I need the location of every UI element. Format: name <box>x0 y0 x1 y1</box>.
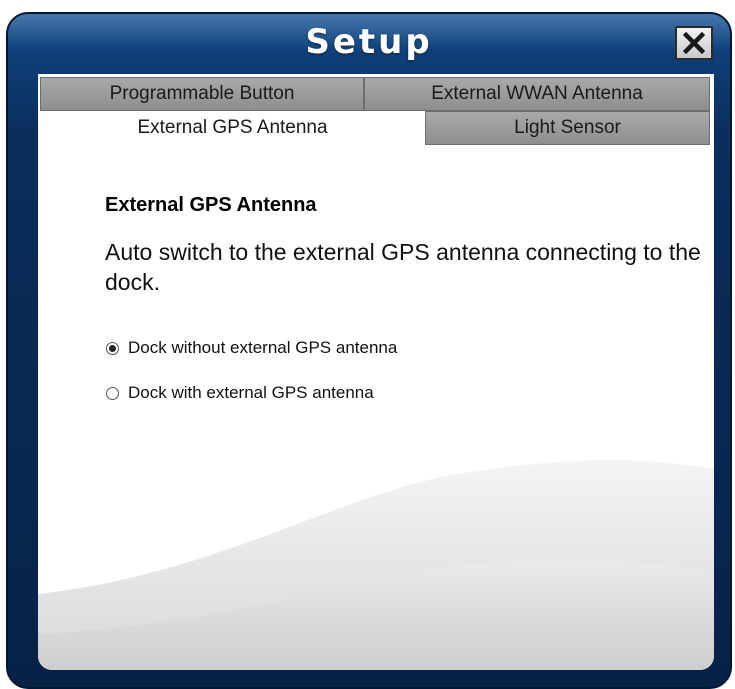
radio-button[interactable] <box>106 386 119 400</box>
tab-external-wwan-antenna[interactable]: External WWAN Antenna <box>364 77 710 111</box>
section-description: Auto switch to the external GPS antenna … <box>105 239 701 295</box>
option-label: Dock with external GPS antenna <box>128 383 374 402</box>
tab-programmable-button[interactable]: Programmable Button <box>40 77 364 111</box>
option-dock-without-gps[interactable]: Dock without external GPS antenna <box>106 338 397 358</box>
tab-light-sensor[interactable]: Light Sensor <box>425 111 710 145</box>
option-dock-with-gps[interactable]: Dock with external GPS antenna <box>106 383 374 403</box>
content-panel: Programmable Button External WWAN Antenn… <box>38 74 714 670</box>
window-title: Setup <box>305 22 433 62</box>
background-wave <box>38 460 714 670</box>
radio-button[interactable] <box>106 341 119 355</box>
setup-window: Setup Programmable Button External WWAN … <box>6 12 732 689</box>
close-icon <box>683 32 705 54</box>
section-heading: External GPS Antenna <box>105 194 317 216</box>
close-button[interactable] <box>675 26 713 60</box>
tab-external-gps-antenna[interactable]: External GPS Antenna <box>40 111 425 145</box>
option-label: Dock without external GPS antenna <box>128 338 398 357</box>
